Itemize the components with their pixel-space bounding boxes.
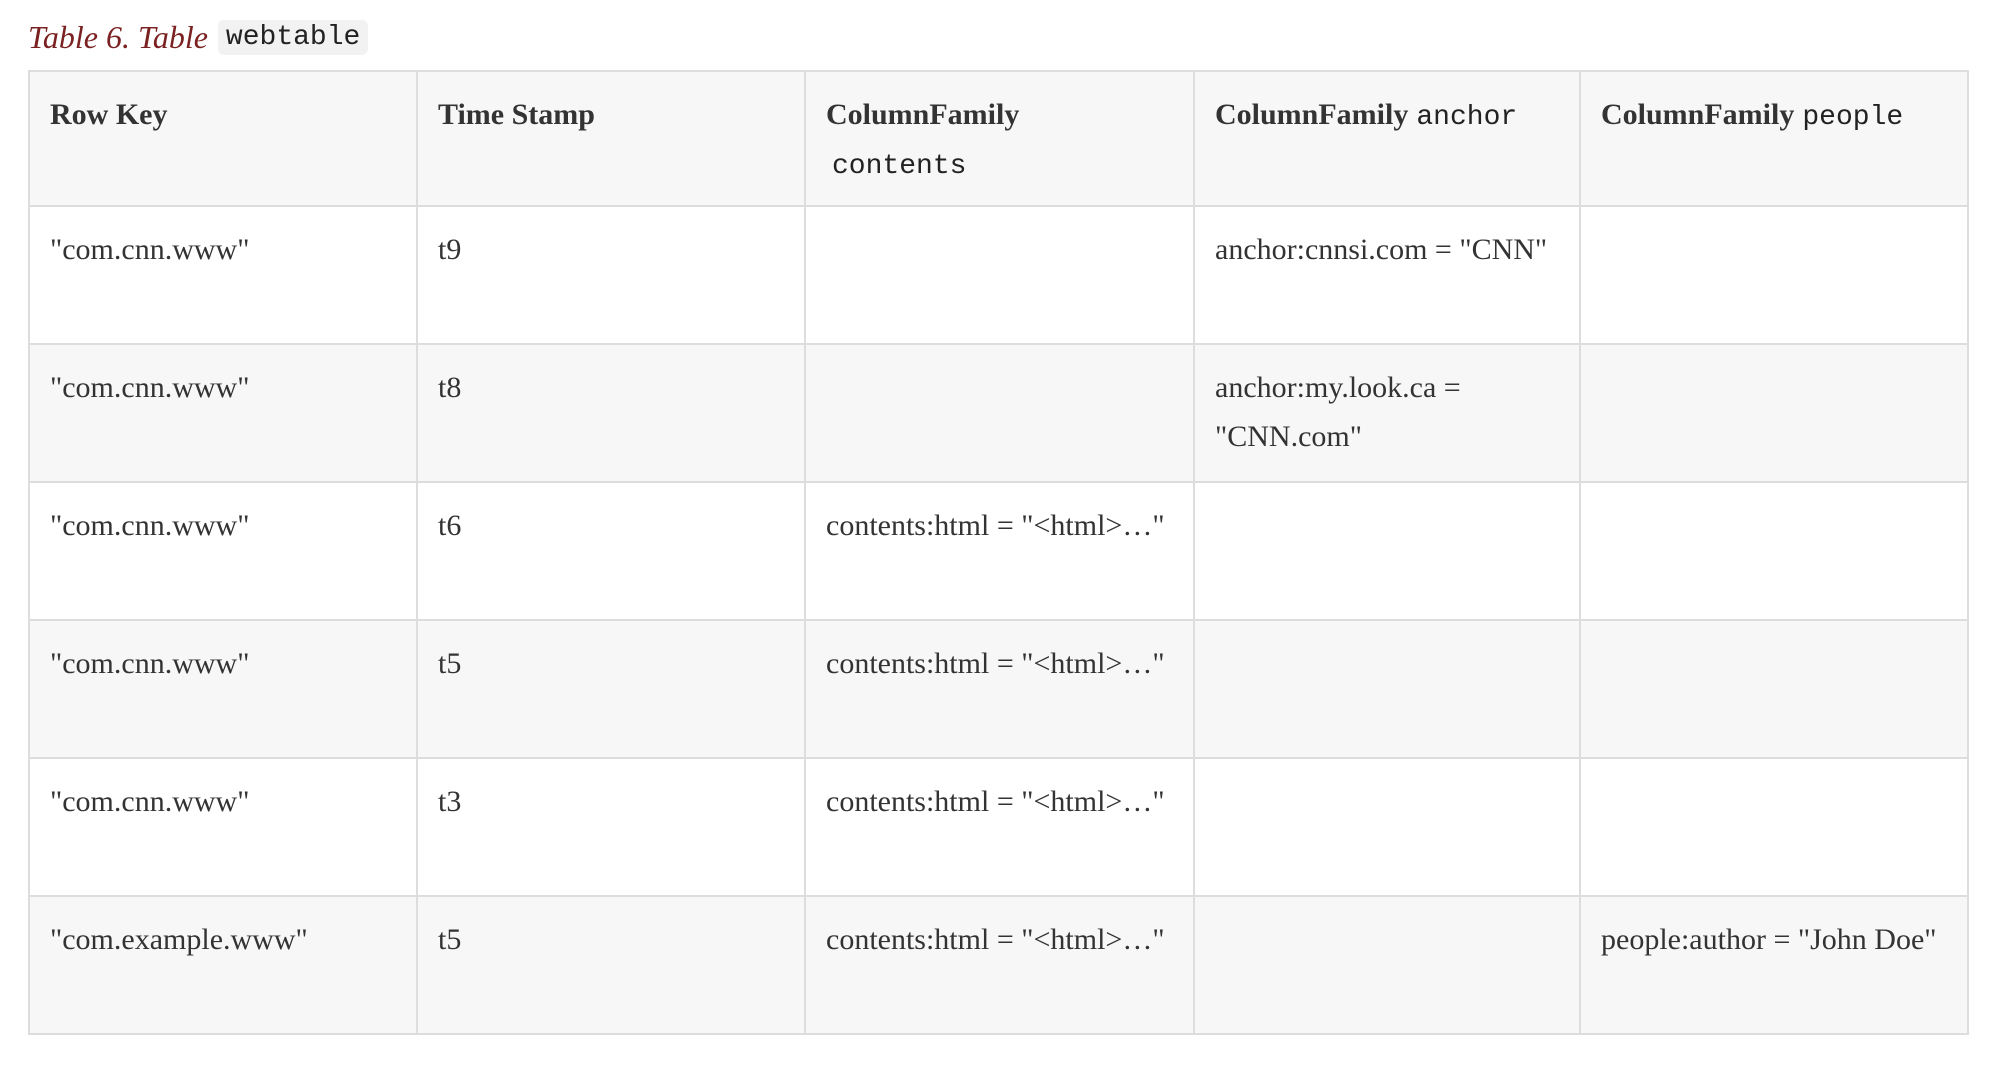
- table-row: "com.example.www" t5 contents:html = "<h…: [28, 895, 1969, 1035]
- cell-contents: contents:html = "<html>…": [804, 757, 1195, 897]
- header-time-stamp: Time Stamp: [416, 70, 806, 207]
- cell-people: [1579, 757, 1969, 897]
- header-family-people: ColumnFamily people: [1579, 70, 1969, 207]
- family-name-anchor: anchor: [1416, 102, 1518, 133]
- table-row: "com.cnn.www" t3 contents:html = "<html>…: [28, 757, 1969, 897]
- cell-people: people:author = "John Doe": [1579, 895, 1969, 1035]
- header-family-contents: ColumnFamily contents: [804, 70, 1195, 207]
- cell-row-key: "com.cnn.www": [28, 481, 418, 621]
- cell-time-stamp: t8: [416, 343, 806, 483]
- table-caption: Table 6. Table webtable: [28, 14, 369, 60]
- table-row: "com.cnn.www" t5 contents:html = "<html>…: [28, 619, 1969, 759]
- cell-anchor: [1193, 895, 1581, 1035]
- cell-time-stamp: t6: [416, 481, 806, 621]
- cell-anchor: anchor:my.look.ca = "CNN.com": [1193, 343, 1581, 483]
- cell-row-key: "com.example.www": [28, 895, 418, 1035]
- cell-row-key: "com.cnn.www": [28, 757, 418, 897]
- cell-contents: contents:html = "<html>…": [804, 895, 1195, 1035]
- cell-contents: contents:html = "<html>…": [804, 619, 1195, 759]
- table-row: "com.cnn.www" t8 anchor:my.look.ca = "CN…: [28, 343, 1969, 483]
- header-row: Row Key Time Stamp ColumnFamily contents …: [28, 70, 1969, 207]
- family-name-contents: contents: [832, 151, 967, 182]
- cell-row-key: "com.cnn.www": [28, 343, 418, 483]
- caption-table-name: webtable: [217, 19, 369, 55]
- cell-contents: [804, 343, 1195, 483]
- cell-people: [1579, 619, 1969, 759]
- cell-anchor: [1193, 481, 1581, 621]
- webtable-table: Row Key Time Stamp ColumnFamily contents …: [28, 70, 1969, 1035]
- cell-row-key: "com.cnn.www": [28, 205, 418, 345]
- cell-contents: [804, 205, 1195, 345]
- cell-anchor: [1193, 757, 1581, 897]
- header-family-anchor: ColumnFamily anchor: [1193, 70, 1581, 207]
- cell-time-stamp: t5: [416, 895, 806, 1035]
- family-name-people: people: [1802, 102, 1904, 133]
- caption-label: Table 6. Table: [28, 18, 208, 55]
- cell-people: [1579, 481, 1969, 621]
- table-row: "com.cnn.www" t6 contents:html = "<html>…: [28, 481, 1969, 621]
- cell-anchor: anchor:cnnsi.com = "CNN": [1193, 205, 1581, 345]
- cell-people: [1579, 343, 1969, 483]
- header-row-key: Row Key: [28, 70, 418, 207]
- cell-row-key: "com.cnn.www": [28, 619, 418, 759]
- cell-time-stamp: t3: [416, 757, 806, 897]
- cell-contents: contents:html = "<html>…": [804, 481, 1195, 621]
- cell-anchor: [1193, 619, 1581, 759]
- cell-people: [1579, 205, 1969, 345]
- cell-time-stamp: t5: [416, 619, 806, 759]
- table-row: "com.cnn.www" t9 anchor:cnnsi.com = "CNN…: [28, 205, 1969, 345]
- cell-time-stamp: t9: [416, 205, 806, 345]
